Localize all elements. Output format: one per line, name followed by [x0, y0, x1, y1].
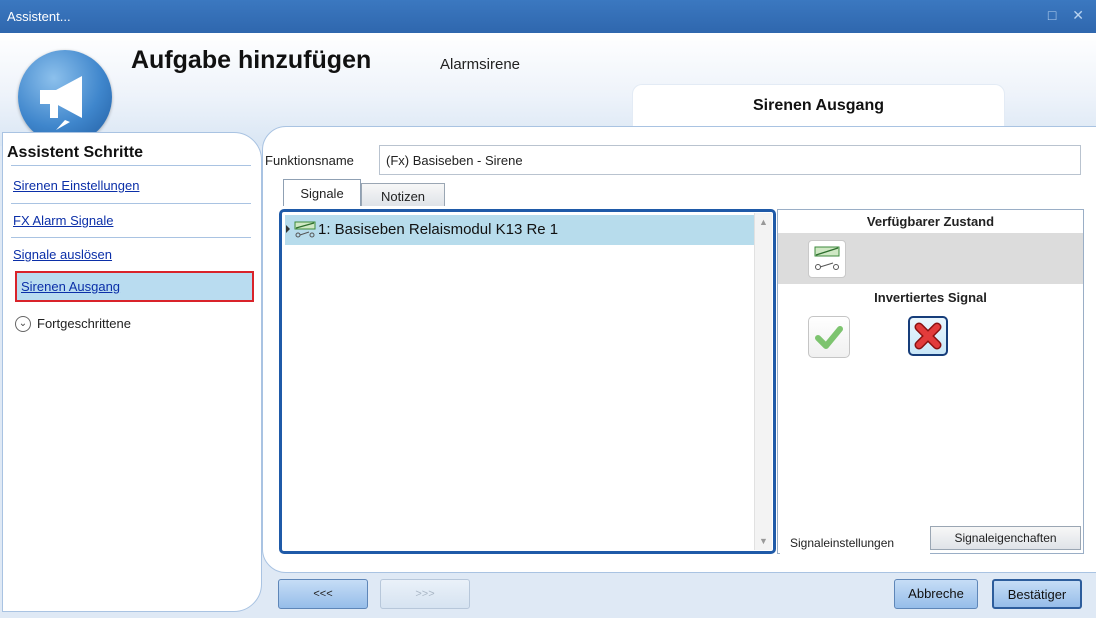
list-scrollbar[interactable]: ▲ ▼ [754, 213, 772, 550]
function-name-value: (Fx) Basiseben - Sirene [386, 153, 523, 168]
relay-switch-icon[interactable] [808, 240, 846, 278]
tab-notizen[interactable]: Notizen [361, 183, 445, 206]
megaphone-icon [18, 50, 112, 144]
tab-signaleinstellungen[interactable]: Signaleinstellungen [780, 530, 930, 554]
divider [11, 203, 251, 204]
window-controls[interactable]: □ ✕ [1048, 7, 1090, 24]
next-button[interactable]: >>> [380, 579, 470, 609]
inverted-signal-heading: Invertiertes Signal [874, 290, 987, 305]
tab-label: Signaleinstellungen [790, 536, 895, 550]
content-panel: Funktionsname (Fx) Basiseben - Sirene Si… [262, 126, 1096, 573]
wizard-steps-sidebar: Assistent Schritte Sirenen Einstellungen… [2, 132, 262, 612]
page-title: Aufgabe hinzufügen [131, 46, 372, 74]
tab-signaleigenschaften[interactable]: Signaleigenchaften [930, 526, 1081, 550]
sidebar-item-label: Sirenen Ausgang [21, 279, 121, 294]
function-name-input[interactable]: (Fx) Basiseben - Sirene [379, 145, 1081, 175]
scroll-up-icon[interactable]: ▲ [759, 217, 768, 227]
window-titlebar: Assistent... □ ✕ [0, 0, 1096, 33]
red-x-icon [914, 322, 942, 350]
window-title: Assistent... [7, 9, 71, 24]
not-inverted-check-button[interactable] [808, 316, 850, 358]
sidebar-item-fx-alarm-signale[interactable]: FX Alarm Signale [13, 213, 113, 228]
signal-settings-panel: Verfügbarer Zustand Invertiertes Signal [777, 209, 1084, 554]
row-pointer-icon [286, 225, 290, 233]
confirm-button[interactable]: Bestätiger [992, 579, 1082, 609]
tab-label: Signaleigenchaften [954, 531, 1057, 545]
signal-label: 1: Basiseben Relaismodul K13 Re 1 [318, 221, 559, 238]
checkmark-icon [815, 326, 843, 349]
advanced-label: Fortgeschrittene [37, 316, 131, 331]
current-step-label: Sirenen Ausgang [753, 97, 884, 114]
tab-label: Notizen [380, 189, 426, 204]
relay-switch-icon [294, 221, 316, 242]
available-state-heading: Verfügbarer Zustand [866, 214, 995, 229]
inverted-x-button[interactable] [908, 316, 948, 356]
available-state-area [778, 233, 1083, 284]
sidebar-heading: Assistent Schritte [7, 144, 144, 161]
signals-list[interactable]: 1: Basiseben Relaismodul K13 Re 1 ▲ ▼ [279, 209, 776, 554]
previous-button[interactable]: <<< [278, 579, 368, 609]
sidebar-item-sirenen-einstellungen[interactable]: Sirenen Einstellungen [13, 178, 139, 193]
divider [11, 237, 251, 238]
scroll-down-icon[interactable]: ▼ [759, 536, 768, 546]
divider [11, 165, 251, 166]
sidebar-item-sirenen-ausgang[interactable]: Sirenen Ausgang [15, 271, 254, 302]
list-item[interactable]: 1: Basiseben Relaismodul K13 Re 1 [285, 215, 758, 245]
cancel-button[interactable]: Abbreche [894, 579, 978, 609]
sidebar-item-signale-ausloesen[interactable]: Signale auslösen [13, 247, 112, 262]
tab-label: Signale [300, 186, 344, 201]
page-subtitle: Alarmsirene [440, 56, 521, 73]
chevron-down-icon: ⌄ [15, 316, 31, 332]
current-step-tab: Sirenen Ausgang [632, 84, 1005, 130]
function-name-label: Funktionsname [265, 153, 354, 168]
tab-signale[interactable]: Signale [283, 179, 361, 206]
